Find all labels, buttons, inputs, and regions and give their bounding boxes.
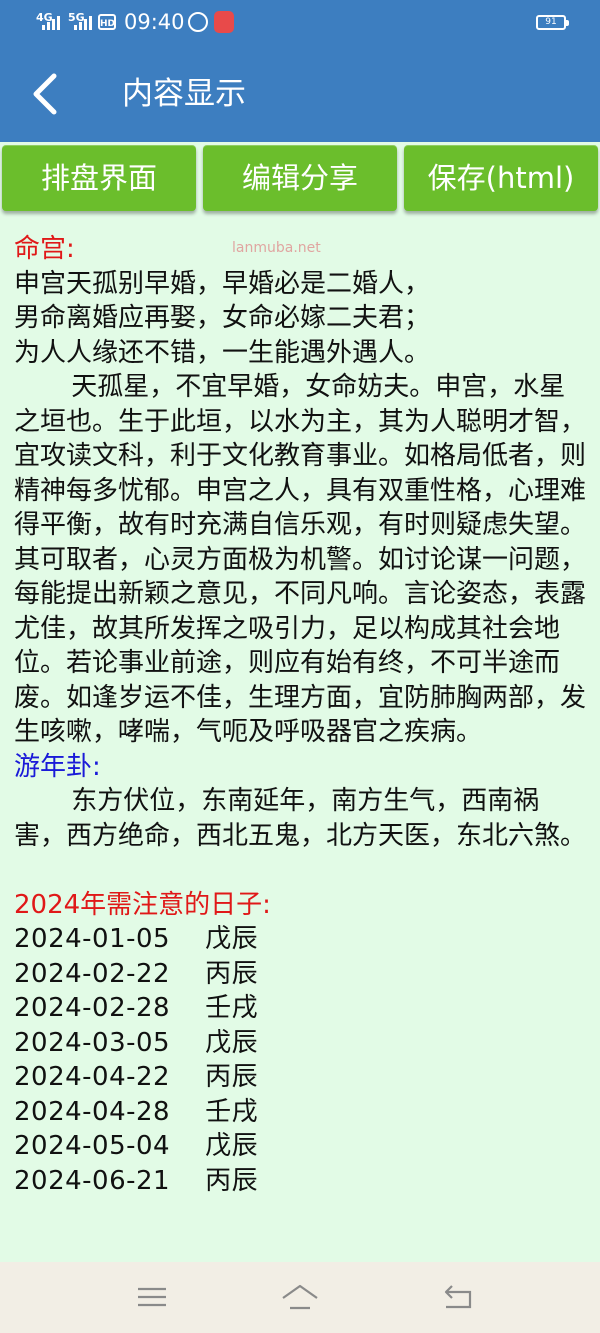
back-icon[interactable]	[438, 1282, 478, 1312]
gua-heading: 游年卦:	[14, 751, 101, 782]
date-row: 2024-06-21 丙辰	[14, 1164, 586, 1199]
date-row: 2024-05-04 戊辰	[14, 1129, 586, 1164]
poem-line: 申宫天孤别早婚，早婚必是二婚人，	[14, 268, 431, 299]
date-value: 2024-05-04	[14, 1131, 171, 1161]
action-toolbar: 排盘界面 编辑分享 保存(html)	[0, 142, 600, 218]
dates-heading: 2024年需注意的日子:	[14, 889, 271, 920]
layout-chart-button[interactable]: 排盘界面	[2, 145, 196, 211]
ganzhi-value: 戊辰	[205, 1131, 259, 1161]
date-row: 2024-04-28 壬戌	[14, 1095, 586, 1130]
ganzhi-value: 戊辰	[205, 1027, 259, 1058]
app-bar: 内容显示	[0, 46, 600, 142]
ganzhi-value: 丙辰	[205, 958, 259, 989]
signal-bars-icon	[72, 14, 94, 30]
date-row: 2024-03-05 戊辰	[14, 1026, 586, 1061]
hd-badge: HD	[98, 14, 116, 30]
status-time: 09:40	[124, 10, 185, 34]
save-html-button[interactable]: 保存(html)	[404, 145, 598, 211]
palace-heading: 命宫:	[14, 234, 75, 264]
date-row: 2024-01-05 戊辰	[14, 922, 586, 957]
notification-icon	[188, 12, 208, 32]
date-value: 2024-02-22	[14, 958, 171, 989]
ganzhi-value: 丙辰	[205, 1062, 259, 1092]
menu-icon[interactable]	[132, 1282, 172, 1312]
chevron-left-icon[interactable]	[26, 72, 66, 116]
gua-description: 东方伏位，东南延年，南方生气，西南祸害，西方绝命，西北五鬼，北方天医，东北六煞。	[14, 786, 586, 851]
page-title: 内容显示	[122, 76, 246, 112]
poem-line: 为人人缘还不错，一生能遇外遇人。	[14, 337, 431, 368]
date-row: 2024-04-22 丙辰	[14, 1060, 586, 1095]
date-value: 2024-01-05	[14, 924, 171, 954]
content-area[interactable]: 命宫: 申宫天孤别早婚，早婚必是二婚人， 男命离婚应再娶，女命必嫁二夫君； 为人…	[14, 232, 586, 1260]
date-value: 2024-06-21	[14, 1165, 171, 1196]
signal-bars-icon	[40, 14, 62, 30]
edit-share-button[interactable]: 编辑分享	[203, 145, 397, 211]
app-notification-icon	[214, 11, 234, 33]
date-value: 2024-04-22	[14, 1062, 171, 1092]
date-row: 2024-02-28 壬戌	[14, 991, 586, 1026]
date-value: 2024-02-28	[14, 993, 171, 1023]
ganzhi-value: 壬戌	[205, 1096, 259, 1127]
ganzhi-value: 戊辰	[205, 924, 259, 954]
date-value: 2024-04-28	[14, 1096, 171, 1127]
home-icon[interactable]	[280, 1282, 320, 1312]
battery-icon: 91	[536, 15, 569, 30]
ganzhi-value: 壬戌	[205, 993, 259, 1023]
ganzhi-value: 丙辰	[205, 1165, 259, 1196]
palace-description: 天孤星，不宜早婚，女命妨夫。申宫，水星之垣也。生于此垣，以水为主，其为人聪明才智…	[14, 372, 586, 747]
date-value: 2024-03-05	[14, 1027, 171, 1058]
date-row: 2024-02-22 丙辰	[14, 957, 586, 992]
system-nav-bar	[0, 1262, 600, 1333]
status-bar: 4G 5G HD 09:40 91	[0, 0, 600, 46]
poem-line: 男命离婚应再娶，女命必嫁二夫君；	[14, 303, 431, 333]
